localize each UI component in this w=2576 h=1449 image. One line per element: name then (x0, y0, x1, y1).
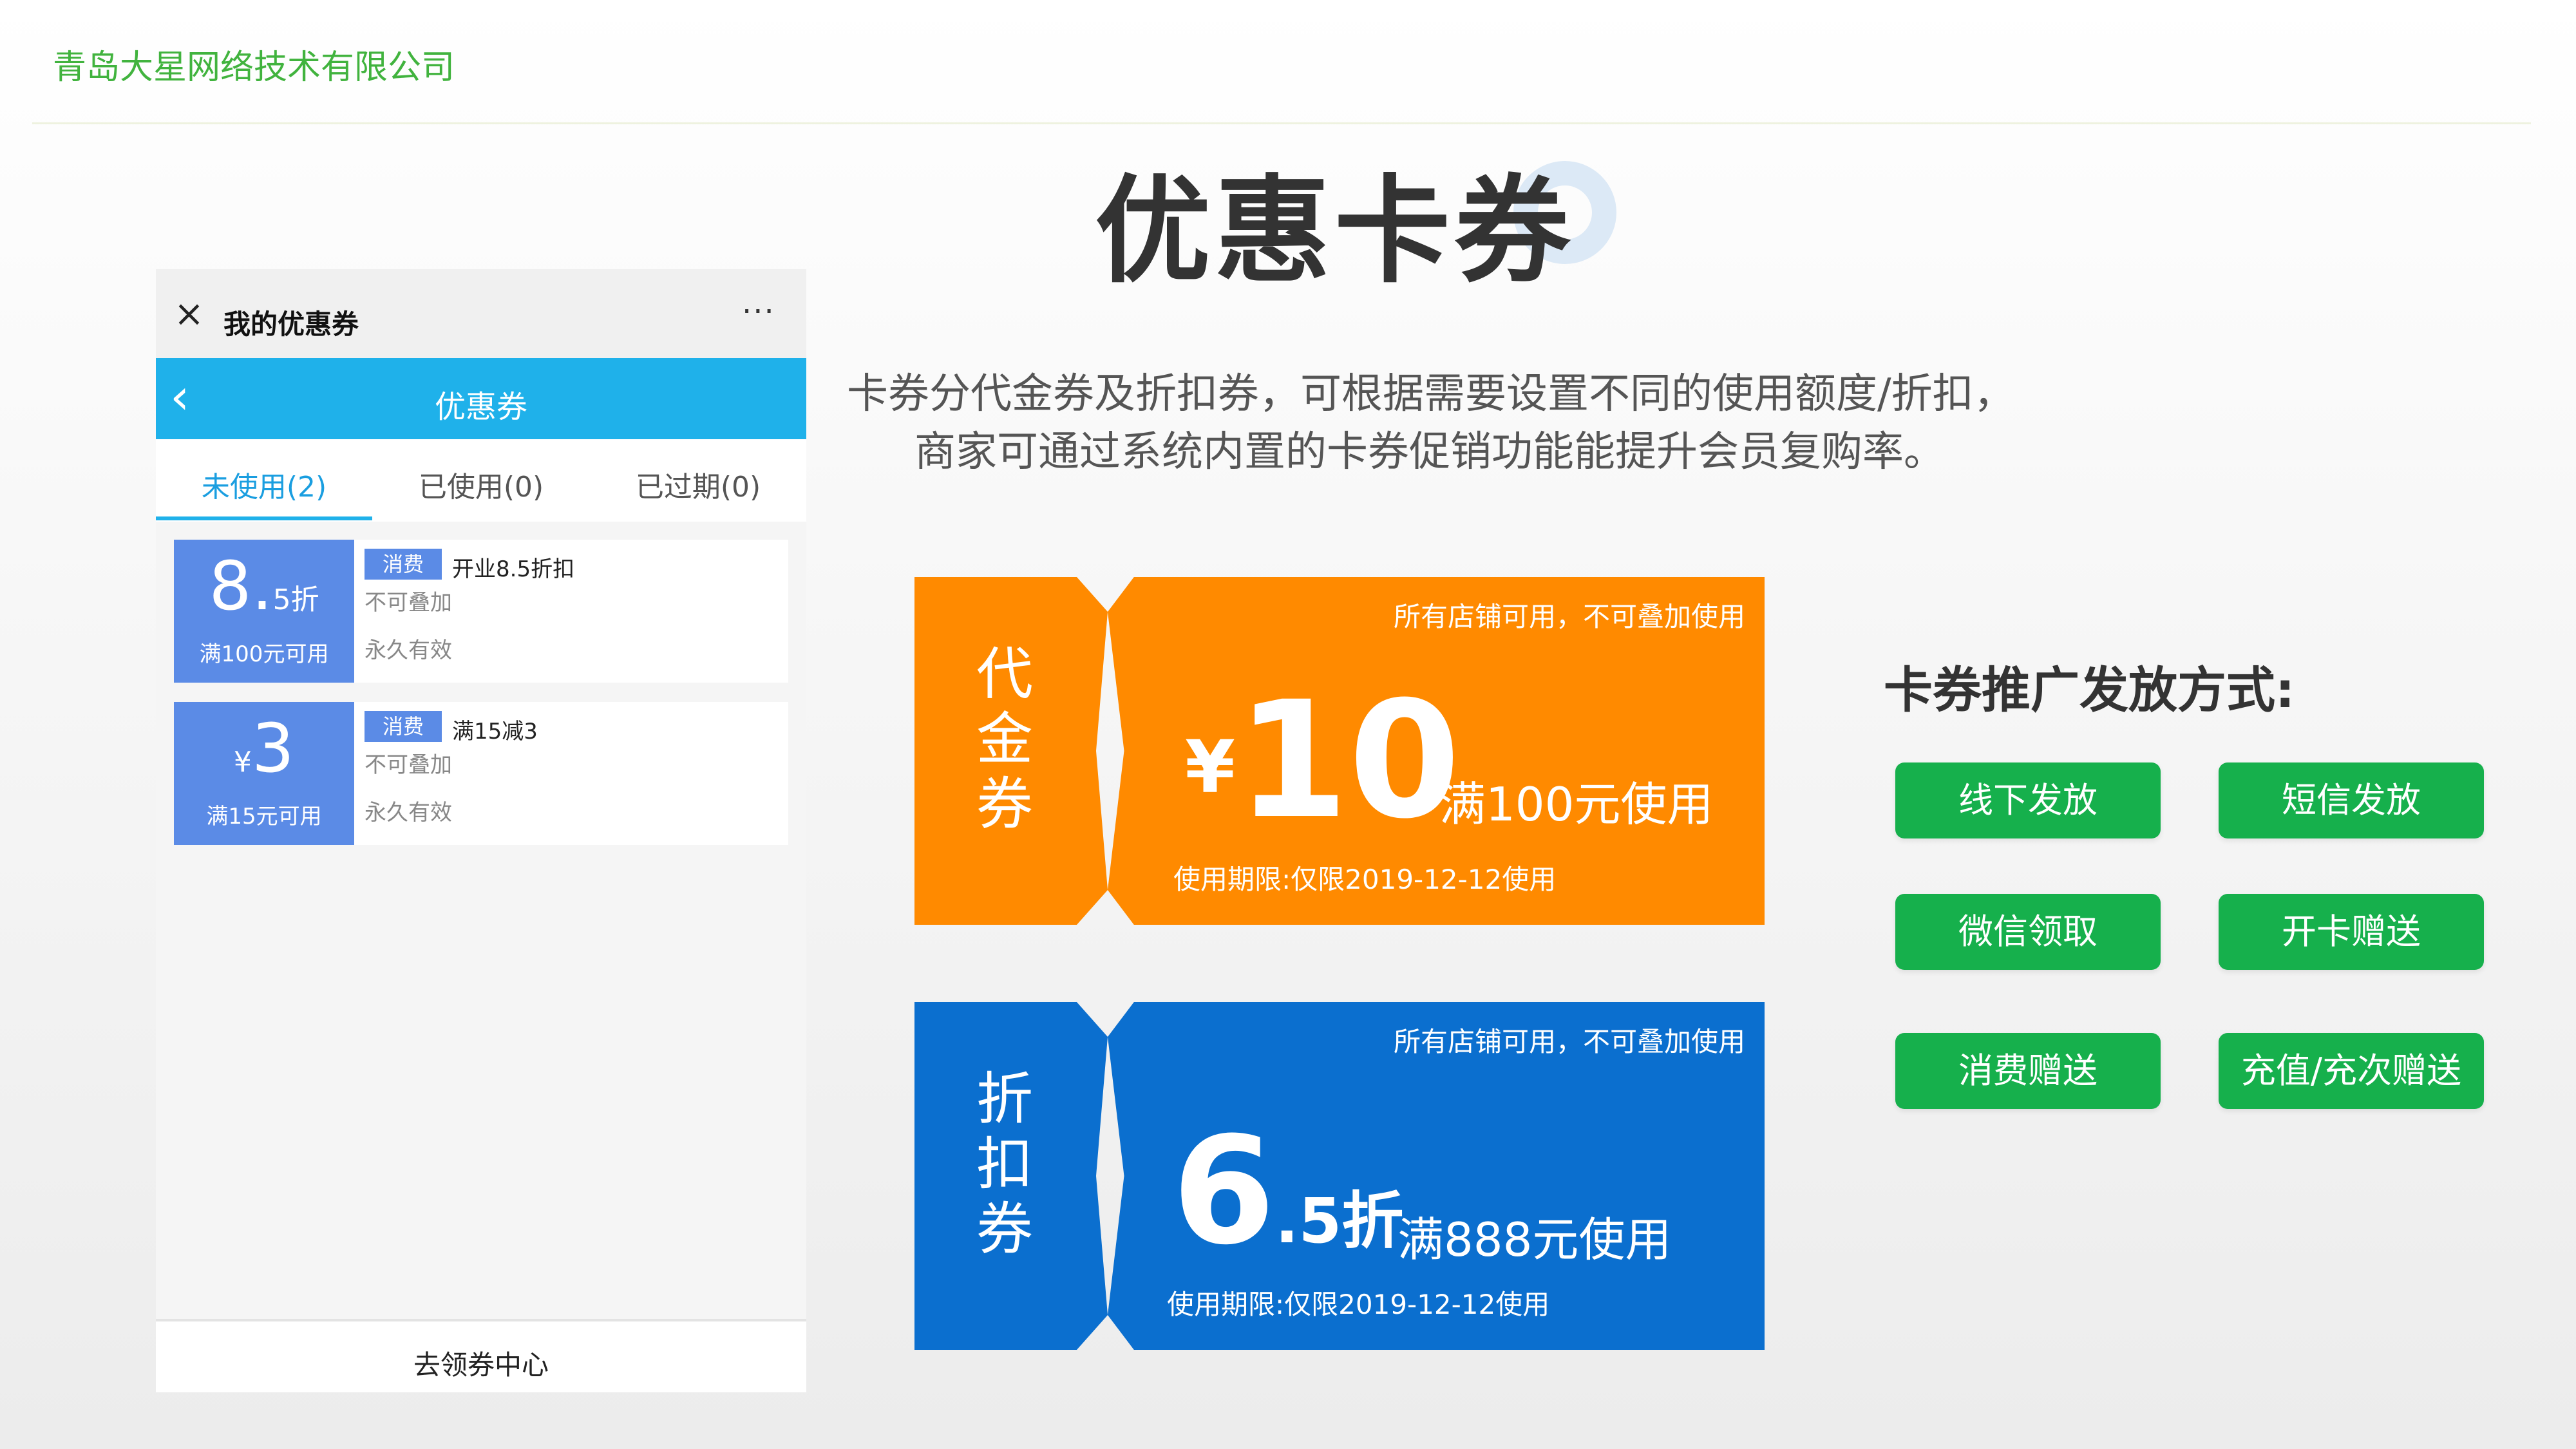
voucher-amount: 10 (1236, 667, 1461, 854)
coupon-value: ¥3 (233, 709, 295, 788)
description-line-1: 卡券分代金券及折扣券，可根据需要设置不同的使用额度/折扣， (847, 370, 2015, 418)
coupon-center-button[interactable]: 去领券中心 (156, 1319, 806, 1392)
coupon-condition: 满100元可用 (199, 641, 329, 667)
method-offline-button[interactable]: 线下发放 (1895, 762, 2161, 838)
description-line-2: 商家可通过系统内置的卡券促销功能能提升会员复购率。 (914, 428, 1945, 476)
phone-window-title: 我的优惠券 (223, 308, 359, 340)
cash-voucher: 代金券 所有店铺可用，不可叠加使用 ¥ 10 满100元使用 使用期限:仅限20… (914, 577, 1765, 925)
voucher-note: 所有店铺可用，不可叠加使用 (1393, 1026, 1745, 1057)
coupon-tag: 消费 (365, 711, 442, 742)
company-name: 青岛大星网络技术有限公司 (53, 48, 455, 87)
coupon-tag: 消费 (365, 549, 442, 580)
voucher-type-panel: 折扣券 (914, 1002, 1108, 1350)
voucher-note: 所有店铺可用，不可叠加使用 (1393, 601, 1745, 632)
phone-titlebar: × 我的优惠券 ··· (156, 269, 806, 358)
coupon-name: 开业8.5折扣 (452, 556, 575, 582)
voucher-validity: 使用期限:仅限2019-12-12使用 (1167, 1289, 1550, 1320)
tab-used[interactable]: 已使用(0) (373, 464, 589, 505)
voucher-validity: 使用期限:仅限2019-12-12使用 (1173, 864, 1557, 895)
voucher-type-label: 折扣券 (976, 1066, 1034, 1263)
coupon-stack-rule: 不可叠加 (365, 752, 452, 778)
coupon-stack-rule: 不可叠加 (365, 590, 452, 616)
coupon-value-panel: 8.5折 满100元可用 (174, 540, 354, 683)
voucher-condition: 满100元使用 (1439, 777, 1714, 831)
voucher-condition: 满888元使用 (1397, 1213, 1672, 1267)
distribution-title: 卡券推广发放方式: (1884, 661, 2295, 719)
coupon-name: 满15减3 (452, 719, 538, 744)
method-recharge-gift-button[interactable]: 充值/充次赠送 (2219, 1033, 2484, 1109)
voucher-type-label: 代金券 (976, 641, 1034, 838)
coupon-value-panel: ¥3 满15元可用 (174, 702, 354, 845)
discount-voucher: 折扣券 所有店铺可用，不可叠加使用 6.5折 满888元使用 使用期限:仅限20… (914, 1002, 1765, 1350)
phone-mockup: × 我的优惠券 ··· ‹ 优惠券 未使用(2) 已使用(0) 已过期(0) 8… (156, 269, 806, 1392)
voucher-type-panel: 代金券 (914, 577, 1108, 925)
tab-expired[interactable]: 已过期(0) (590, 464, 806, 505)
coupon-card[interactable]: 8.5折 满100元可用 消费 开业8.5折扣 不可叠加 永久有效 (174, 540, 788, 683)
more-icon[interactable]: ··· (742, 294, 775, 330)
method-card-gift-button[interactable]: 开卡赠送 (2219, 894, 2484, 970)
coupon-validity: 永久有效 (365, 638, 452, 663)
coupon-tabs: 未使用(2) 已使用(0) 已过期(0) (156, 439, 806, 522)
voucher-amount: 6.5折 (1172, 1106, 1404, 1278)
header-divider (32, 122, 2531, 124)
phone-navbar: ‹ 优惠券 (156, 358, 806, 439)
method-sms-button[interactable]: 短信发放 (2219, 762, 2484, 838)
method-wechat-button[interactable]: 微信领取 (1895, 894, 2161, 970)
coupon-condition: 满15元可用 (206, 804, 322, 829)
coupon-center-label: 去领券中心 (413, 1349, 549, 1381)
coupon-card[interactable]: ¥3 满15元可用 消费 满15减3 不可叠加 永久有效 (174, 702, 788, 845)
close-icon[interactable]: × (174, 296, 204, 332)
voucher-currency: ¥ (1185, 726, 1235, 810)
coupon-value: 8.5折 (209, 547, 319, 625)
active-tab-indicator (156, 516, 372, 520)
method-purchase-gift-button[interactable]: 消费赠送 (1895, 1033, 2161, 1109)
tab-unused[interactable]: 未使用(2) (156, 464, 372, 505)
page-title: 优惠卡券 (1095, 164, 1575, 299)
coupon-validity: 永久有效 (365, 800, 452, 826)
phone-nav-title: 优惠券 (434, 389, 527, 425)
